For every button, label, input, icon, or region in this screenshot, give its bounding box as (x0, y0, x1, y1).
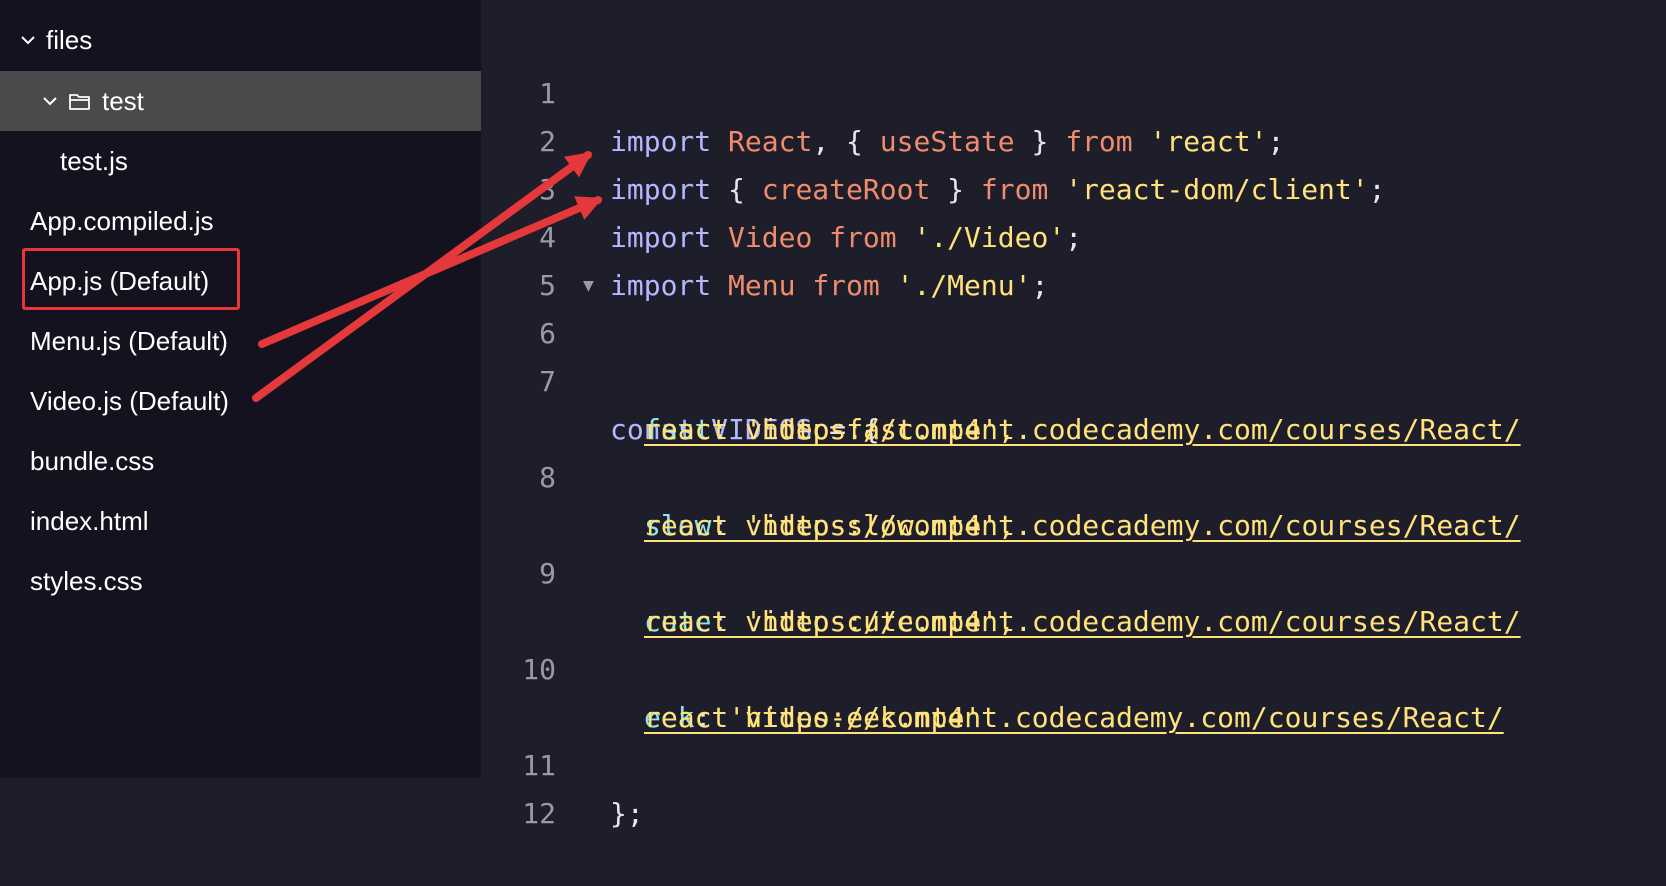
file-label: index.html (30, 505, 149, 536)
code-line-wrap: react_video-cute.mp4', (481, 550, 1666, 638)
file-item[interactable]: App.compiled.js (0, 191, 511, 251)
file-label: bundle.css (30, 445, 155, 476)
folder-test[interactable]: test (0, 71, 521, 131)
file-item[interactable]: test.js (0, 131, 541, 191)
fold-arrow-icon[interactable]: ▼ (583, 262, 594, 310)
file-item[interactable]: bundle.css (0, 431, 511, 491)
file-label: Video.js (Default) (30, 385, 229, 416)
code-line-wrap: react_video-fast.mp4', (481, 358, 1666, 446)
code-line: 9 cute: 'https://content.codecademy.com/… (481, 502, 1666, 638)
file-label: styles.css (30, 565, 143, 596)
line-number: 12 (522, 797, 556, 830)
file-label: App.compiled.js (30, 205, 214, 236)
code-line: 2 import { createRoot } from 'react-dom/… (481, 70, 1666, 206)
code-line: 6 ▼ const VIDEOS = { (481, 262, 1666, 446)
file-item[interactable]: Menu.js (Default) (0, 311, 511, 371)
code-line: 5 (481, 214, 1666, 302)
code-line: 7 fast: 'https://content.codecademy.com/… (481, 310, 1666, 446)
code-text: }; (610, 797, 644, 830)
folder-files[interactable]: files (0, 10, 499, 70)
code-line: 11 }; (481, 694, 1666, 830)
file-label: App.js (Default) (30, 265, 210, 296)
file-item[interactable]: styles.css (0, 551, 511, 611)
file-item[interactable]: App.js (Default) (0, 251, 511, 311)
file-item[interactable]: index.html (0, 491, 511, 551)
folder-label-files: files (46, 24, 93, 55)
code-editor[interactable]: 1 import React, { useState } from 'react… (481, 0, 1666, 830)
chevron-down-icon (43, 97, 57, 106)
code-line: 10 eek: 'https://content.codecademy.com/… (481, 598, 1666, 734)
folder-open-icon (69, 94, 90, 110)
folder-label-test: test (102, 85, 144, 116)
file-explorer: files test test.js App.compiled.js App.j… (0, 0, 521, 778)
code-line: 8 slow: 'https://content.codecademy.com/… (481, 406, 1666, 542)
code-line: 3 import Video from './Video'; (481, 118, 1666, 254)
file-item[interactable]: Video.js (Default) (0, 371, 511, 431)
code-line-wrap: react_video-slow.mp4', (481, 454, 1666, 542)
chevron-down-icon (21, 36, 35, 45)
code-line: 12 (481, 742, 1666, 830)
code-line-wrap: react_video-eek.mp4' (481, 646, 1666, 734)
file-label: Menu.js (Default) (30, 325, 228, 356)
code-line: 1 import React, { useState } from 'react… (481, 22, 1666, 158)
file-label: test.js (60, 145, 128, 176)
code-line: 4 import Menu from './Menu'; (481, 166, 1666, 302)
